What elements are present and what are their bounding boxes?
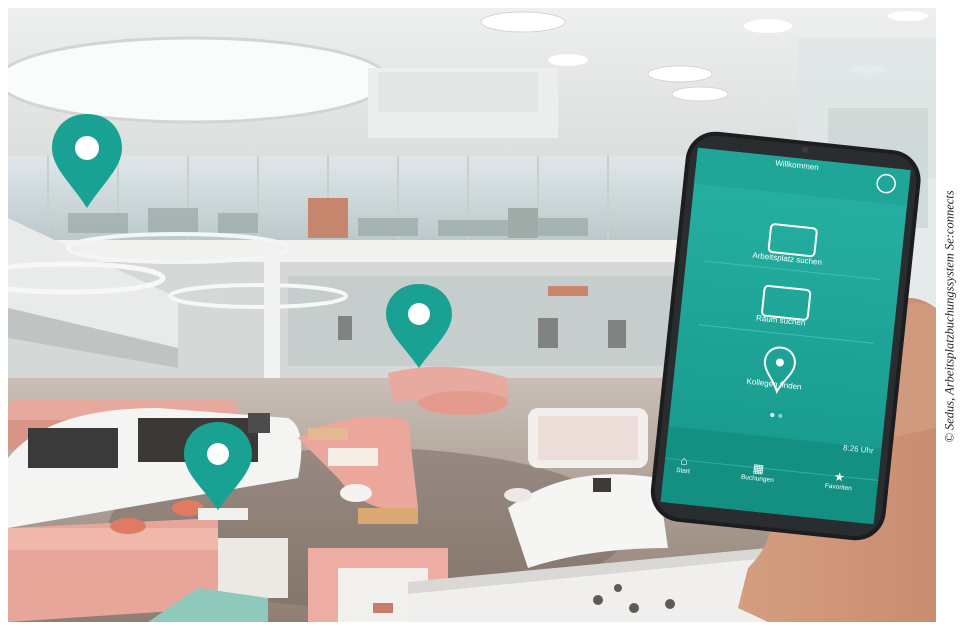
nav-home[interactable]: ⌂ Start (676, 453, 692, 475)
nav-bookings[interactable]: ▦ Buchungen (741, 460, 776, 484)
menu-item-room[interactable]: Raum suchen (667, 304, 895, 337)
screen-time: 8:26 Uhr (842, 443, 875, 456)
photo-credit-text: © Sedus, Arbeitsplatzbuchungssystem Se:c… (942, 189, 957, 443)
phone-screen: Willkommen Arbeitsplatz suchen Raum such… (649, 133, 912, 503)
nav-favorites[interactable]: ★ Favoriten (824, 469, 853, 492)
menu-item-desk[interactable]: Arbeitsplatz suchen (673, 242, 901, 275)
screen-title: Willkommen (774, 158, 820, 173)
home-icon: ⌂ (679, 453, 689, 468)
photo-credit: © Sedus, Arbeitsplatzbuchungssystem Se:c… (938, 10, 962, 622)
menu-item-colleagues[interactable]: Kollegen finden (660, 368, 888, 401)
